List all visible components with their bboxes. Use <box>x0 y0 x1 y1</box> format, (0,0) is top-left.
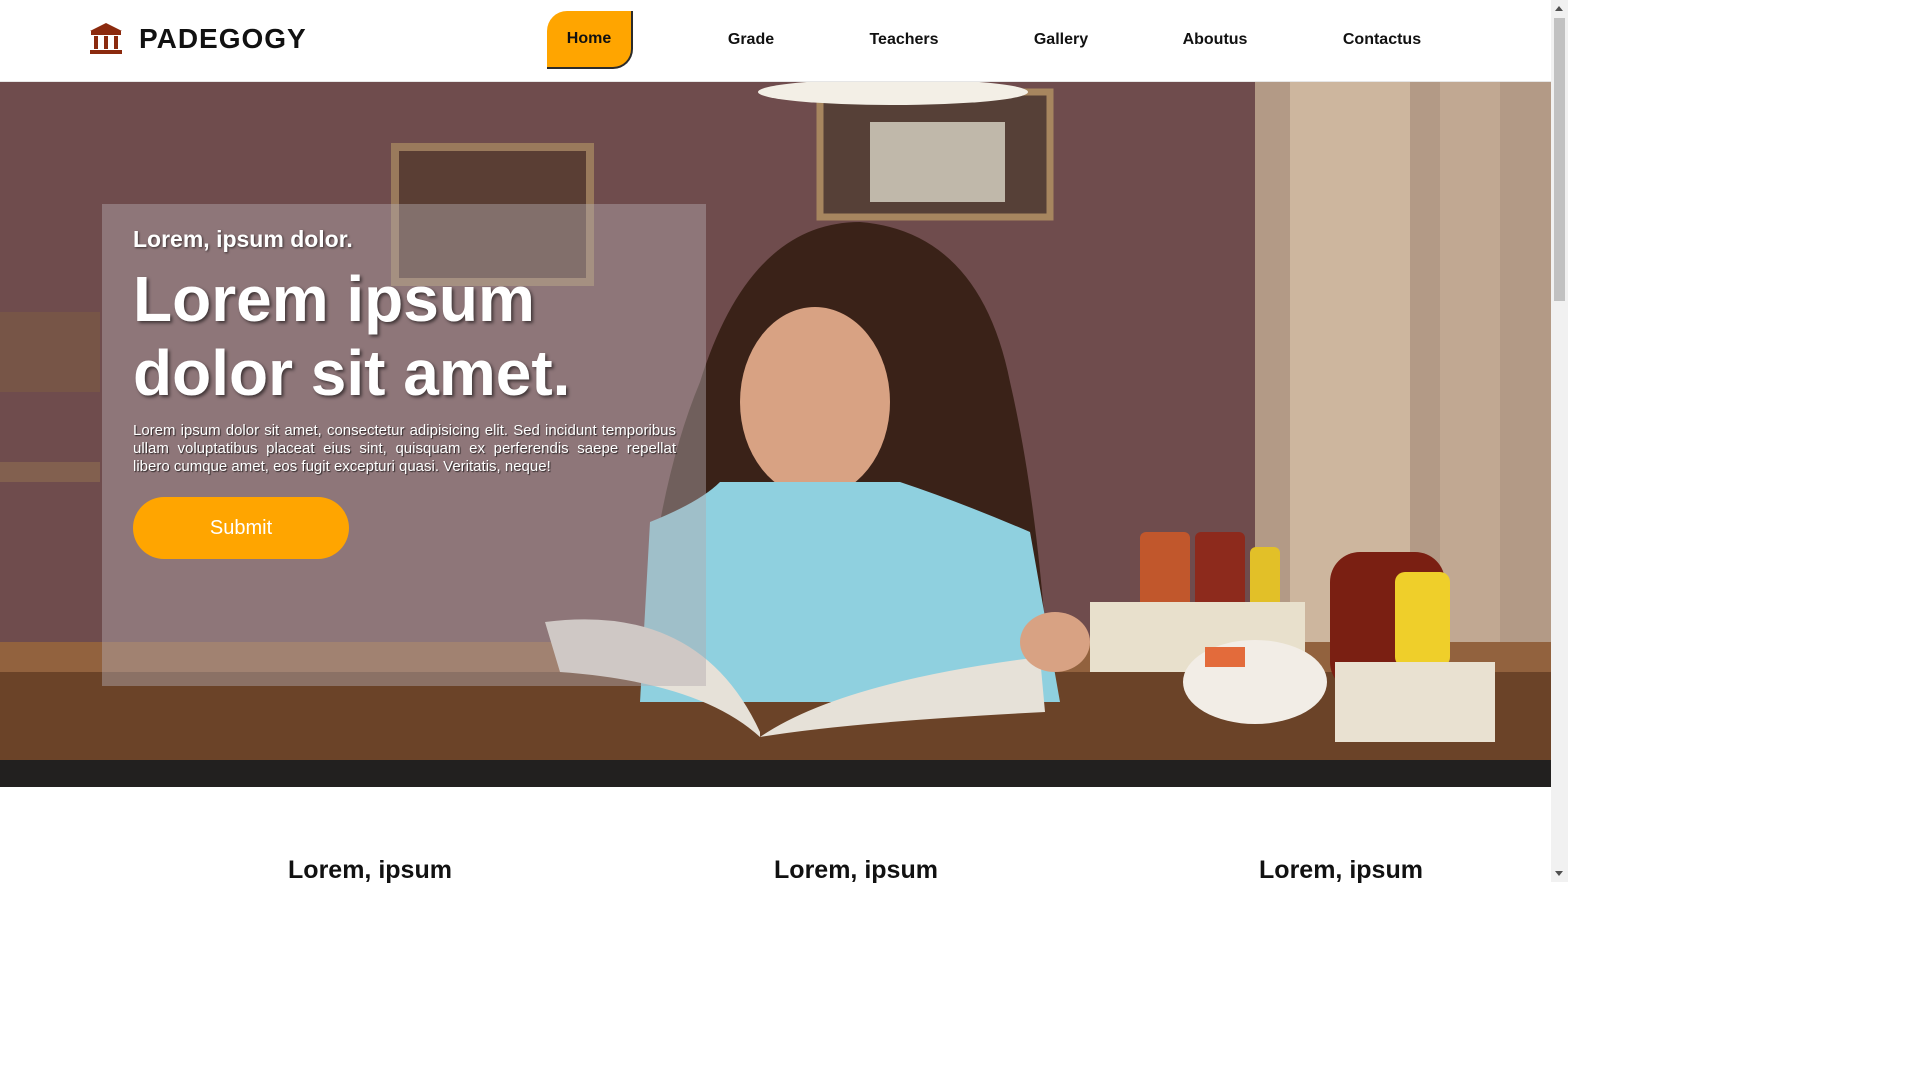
nav-teachers[interactable]: Teachers <box>859 11 949 69</box>
feature-heading: Lorem, ipsum <box>288 856 452 884</box>
scroll-down-icon[interactable] <box>1555 871 1563 876</box>
nav-grade[interactable]: Grade <box>715 11 787 69</box>
hero-card: Lorem, ipsum dolor. Lorem ipsum dolor si… <box>102 204 706 686</box>
feature-heading: Lorem, ipsum <box>774 856 938 884</box>
hero-title: Lorem ipsum dolor sit amet. <box>133 263 571 409</box>
nav-aboutus[interactable]: Aboutus <box>1170 11 1260 69</box>
feature-heading: Lorem, ipsum <box>1259 856 1423 884</box>
nav-gallery[interactable]: Gallery <box>1022 11 1100 69</box>
nav-contactus[interactable]: Contactus <box>1330 11 1434 69</box>
hero-section: Lorem, ipsum dolor. Lorem ipsum dolor si… <box>0 82 1551 787</box>
hero-kicker: Lorem, ipsum dolor. <box>133 226 353 252</box>
nav-home[interactable]: Home <box>547 11 633 69</box>
scroll-thumb[interactable] <box>1554 18 1565 301</box>
site-header: PADEGOGY Home Grade Teachers Gallery Abo… <box>0 0 1551 82</box>
main-nav: Home Grade Teachers Gallery Aboutus Cont… <box>0 11 1551 71</box>
submit-button[interactable]: Submit <box>133 497 349 559</box>
hero-description: Lorem ipsum dolor sit amet, consectetur … <box>133 422 676 475</box>
page-scrollbar[interactable] <box>1551 0 1568 882</box>
scroll-up-icon[interactable] <box>1555 6 1563 11</box>
